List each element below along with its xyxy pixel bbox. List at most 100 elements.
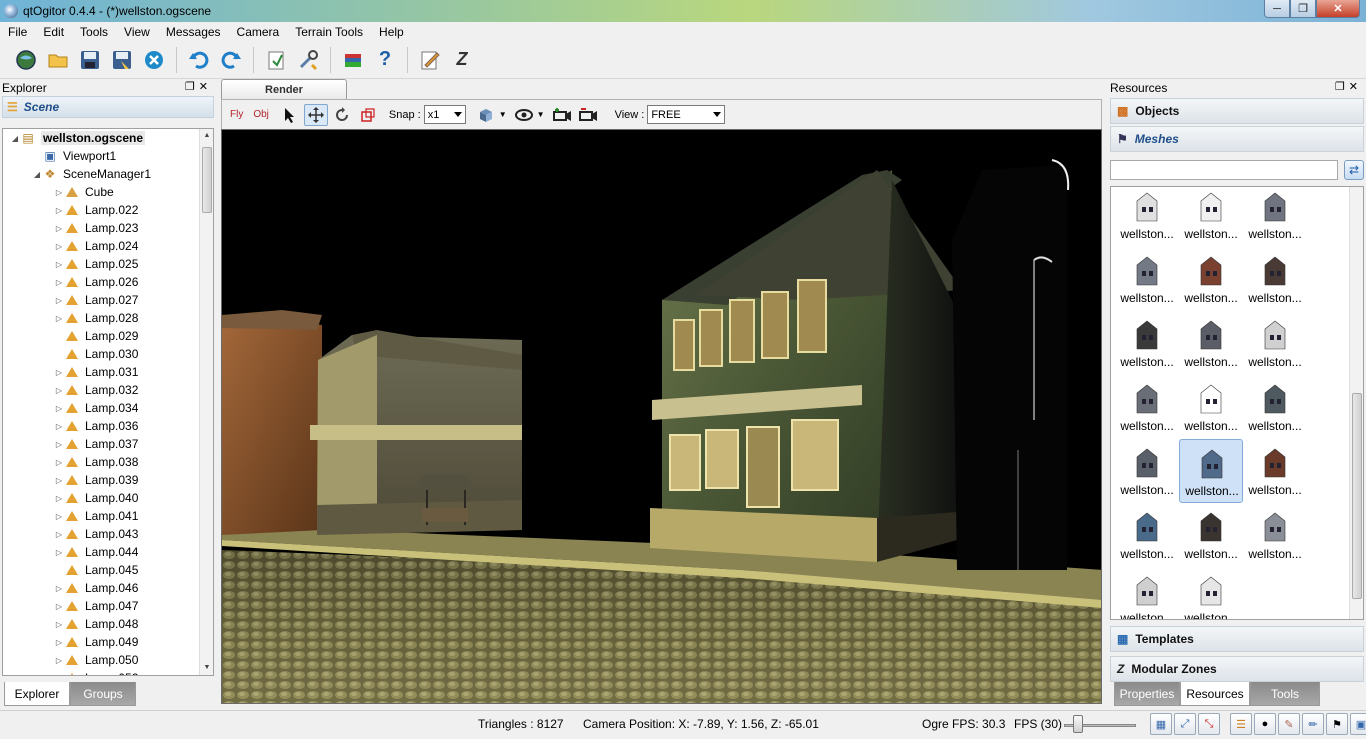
tree-item[interactable]: ▷ Lamp.032 [3,381,213,399]
tree-item[interactable]: ▷ Lamp.024 [3,237,213,255]
collapsed-arrow-icon[interactable]: ▷ [53,548,65,557]
import-icon[interactable] [263,47,289,73]
mesh-item[interactable]: wellston... [1179,187,1243,247]
move-tool-icon[interactable] [303,103,328,126]
mesh-item[interactable]: wellston... [1115,567,1179,619]
tab-tools[interactable]: Tools [1250,682,1320,706]
refresh-icon[interactable]: ⇄ [1344,160,1364,180]
add-camera-icon[interactable] [550,104,574,126]
collapsed-arrow-icon[interactable]: ▷ [53,602,65,611]
mesh-item[interactable]: wellston... [1243,247,1307,311]
menu-edit[interactable]: Edit [35,25,72,39]
fps-slider-handle[interactable] [1073,715,1084,733]
record-icon[interactable]: ● [1254,713,1276,735]
tree-item[interactable]: ▷ Lamp.031 [3,363,213,381]
collapsed-arrow-icon[interactable]: ▷ [53,278,65,287]
scene-section[interactable]: ☰ Scene [2,96,214,118]
tree-item[interactable]: Lamp.045 [3,561,213,579]
tree-item[interactable]: ▷ Lamp.040 [3,489,213,507]
collapsed-arrow-icon[interactable]: ▷ [53,206,65,215]
polygon-mode-icon[interactable] [474,104,498,126]
redo-icon[interactable] [218,47,244,73]
tree-item[interactable]: ▷ Lamp.049 [3,633,213,651]
expanded-arrow-icon[interactable]: ◢ [31,170,43,179]
menu-terrain-tools[interactable]: Terrain Tools [287,25,371,39]
mesh-item[interactable]: wellston... [1115,247,1179,311]
menu-file[interactable]: File [0,25,35,39]
mesh-item[interactable]: wellston... [1115,503,1179,567]
tree-item[interactable]: ▷ Lamp.046 [3,579,213,597]
close-project-icon[interactable] [141,47,167,73]
menu-help[interactable]: Help [371,25,412,39]
tree-item[interactable]: ▷ Lamp.052 [3,669,213,675]
mesh-item[interactable]: wellston... [1115,375,1179,439]
tree-item[interactable]: ▷ Lamp.023 [3,219,213,237]
collapsed-arrow-icon[interactable]: ▷ [53,476,65,485]
view-select[interactable]: FREE [647,105,726,124]
close-panel-icon[interactable]: ✕ [199,81,212,93]
float-icon[interactable]: ❐ [185,81,199,93]
menu-messages[interactable]: Messages [158,25,229,39]
modular-zones-section[interactable]: Z Modular Zones [1110,656,1364,682]
tree-item[interactable]: ▷ Lamp.037 [3,435,213,453]
collapsed-arrow-icon[interactable]: ▷ [53,620,65,629]
collapsed-arrow-icon[interactable]: ▷ [53,296,65,305]
tree-item[interactable]: ▷ Lamp.022 [3,201,213,219]
camera-view-icon[interactable] [512,104,536,126]
mesh-item[interactable]: wellston... [1115,311,1179,375]
mesh-item[interactable]: wellston... [1243,439,1307,503]
tree-item[interactable]: ▷ Lamp.039 [3,471,213,489]
mesh-item[interactable]: wellston... [1115,187,1179,247]
mesh-scrollbar[interactable] [1349,187,1363,619]
mesh-toggle-icon[interactable]: ⚑ [1326,713,1348,735]
tab-resources[interactable]: Resources [1180,682,1250,706]
help-icon[interactable]: ? [372,47,398,73]
tree-item[interactable]: ▷ Cube [3,183,213,201]
expand-icon[interactable]: ⤢ [1174,713,1196,735]
3d-viewport[interactable] [221,129,1102,704]
scale-tool-icon[interactable] [356,104,380,126]
grid-icon[interactable]: ▦ [1150,713,1172,735]
brush-icon[interactable]: ✎ [1278,713,1300,735]
collapsed-arrow-icon[interactable]: ▷ [53,440,65,449]
tree-item[interactable]: ▷ Lamp.043 [3,525,213,543]
fly-mode-button[interactable]: Fly [230,109,243,120]
mesh-item[interactable]: wellston... [1243,187,1307,247]
mesh-search-input[interactable] [1110,160,1338,180]
tree-item[interactable]: ▷ Lamp.026 [3,273,213,291]
tree-item[interactable]: ▷ Lamp.034 [3,399,213,417]
mesh-item[interactable]: wellston... [1243,503,1307,567]
meshes-section[interactable]: ⚑ Meshes [1110,126,1364,152]
camera-dropdown-icon[interactable]: ▼ [537,110,545,119]
collapsed-arrow-icon[interactable]: ▷ [53,512,65,521]
tree-item[interactable]: Lamp.029 [3,327,213,345]
collapsed-arrow-icon[interactable]: ▷ [53,638,65,647]
mesh-item[interactable]: wellston... [1179,311,1243,375]
collapsed-arrow-icon[interactable]: ▷ [53,530,65,539]
collapsed-arrow-icon[interactable]: ▷ [53,422,65,431]
tab-render[interactable]: Render [221,79,347,99]
settings-tools-icon[interactable] [295,47,321,73]
collapse-icon[interactable]: ⤡ [1198,713,1220,735]
tree-item[interactable]: ▷ Lamp.048 [3,615,213,633]
zone-tool-icon[interactable]: Z [449,47,475,73]
tree-item[interactable]: ◢ ▤ wellston.ogscene [3,129,213,147]
tree-item[interactable]: ▷ Lamp.036 [3,417,213,435]
minimize-icon[interactable]: ─ [1264,0,1290,18]
remove-camera-icon[interactable] [576,104,600,126]
tree-item[interactable]: ▷ Lamp.025 [3,255,213,273]
explorer-toggle-icon[interactable]: ☰ [1230,713,1252,735]
collapsed-arrow-icon[interactable]: ▷ [53,458,65,467]
mesh-scroll-thumb[interactable] [1352,393,1362,599]
tree-item[interactable]: ▷ Lamp.047 [3,597,213,615]
obj-mode-button[interactable]: Obj [253,109,269,120]
mesh-item[interactable]: wellston... [1243,375,1307,439]
mesh-item[interactable]: wellston... [1179,503,1243,567]
new-project-icon[interactable] [13,47,39,73]
select-cursor-icon[interactable] [278,104,302,126]
polygon-dropdown-icon[interactable]: ▼ [499,110,507,119]
paint-icon[interactable]: ✏ [1302,713,1324,735]
collapsed-arrow-icon[interactable]: ▷ [53,404,65,413]
mesh-item[interactable]: wellston... [1243,311,1307,375]
edit-script-icon[interactable] [417,47,443,73]
